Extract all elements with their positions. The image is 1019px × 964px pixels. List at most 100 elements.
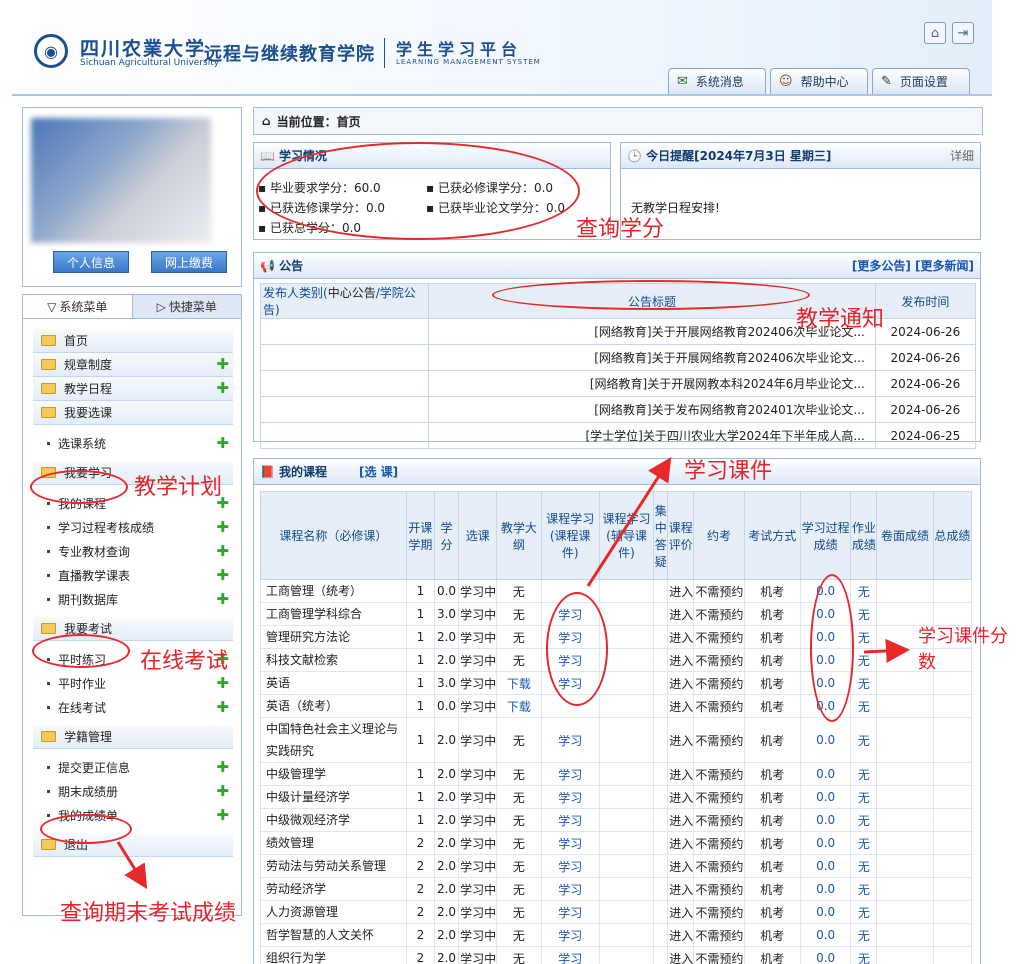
evaluate-link[interactable]: 进入 — [667, 808, 695, 832]
courseware-link[interactable]: 学习 — [540, 831, 600, 855]
courseware-link[interactable]: 学习 — [540, 785, 600, 809]
process-score[interactable]: 0.0 — [799, 717, 852, 763]
menu-item[interactable]: 在线考试 ✚ — [33, 695, 233, 719]
evaluate-link[interactable]: 进入 — [667, 900, 695, 924]
menu-item[interactable]: 平时作业 ✚ — [33, 671, 233, 695]
course-cell[interactable]: 无 — [850, 877, 878, 901]
menu-item[interactable]: 专业教材查询 ✚ — [33, 539, 233, 563]
course-cell[interactable]: 无 — [850, 808, 878, 832]
course-cell[interactable]: 无 — [850, 671, 878, 695]
evaluate-link[interactable]: 进入 — [667, 602, 695, 626]
menu-item[interactable]: 提交更正信息 ✚ — [33, 755, 233, 779]
process-score[interactable]: 0.0 — [799, 946, 852, 964]
evaluate-link[interactable]: 进入 — [667, 648, 695, 672]
evaluate-link[interactable]: 进入 — [667, 923, 695, 947]
more-news-link[interactable]: [更多新闻] — [915, 259, 974, 273]
course-cell[interactable]: 无 — [850, 625, 878, 649]
course-cell[interactable]: 下载 — [496, 694, 542, 718]
course-cell[interactable]: 下载 — [496, 671, 542, 695]
plus-icon[interactable]: ✚ — [216, 357, 229, 372]
plus-icon[interactable]: ✚ — [216, 567, 229, 583]
tab-help-center[interactable]: ☺ 帮助中心 — [770, 68, 868, 94]
tab-quick-menu[interactable]: ▷ 快捷菜单 — [132, 295, 241, 318]
tab-system-menu[interactable]: ▽ 系统菜单 — [23, 295, 133, 318]
process-score[interactable]: 0.0 — [799, 762, 852, 786]
process-score[interactable]: 0.0 — [799, 900, 852, 924]
notice-row[interactable]: [网络教育]关于开展网教本科2024年6月毕业论文... 2024-06-26 — [259, 370, 977, 397]
courseware-link[interactable]: 学习 — [540, 900, 600, 924]
course-cell[interactable]: 无 — [850, 717, 878, 763]
plus-icon[interactable]: ✚ — [216, 759, 229, 775]
evaluate-link[interactable]: 进入 — [667, 785, 695, 809]
menu-item[interactable]: 直播教学课表 ✚ — [33, 563, 233, 587]
menu-item[interactable]: 期末成绩册 ✚ — [33, 779, 233, 803]
course-cell[interactable]: 无 — [850, 602, 878, 626]
menu-item[interactable]: 期刊数据库 ✚ — [33, 587, 233, 611]
notice-row[interactable]: [网络教育]关于发布网络教育202401次毕业论文... 2024-06-26 — [259, 396, 977, 423]
courseware-link[interactable]: 学习 — [540, 946, 600, 964]
menu-category[interactable]: 我要选课 — [33, 401, 233, 425]
process-score[interactable]: 0.0 — [799, 831, 852, 855]
notice-row[interactable]: [网络教育]关于开展网络教育202406次毕业论文... 2024-06-26 — [259, 344, 977, 371]
course-cell[interactable]: 无 — [850, 831, 878, 855]
notice-title-link[interactable]: [学士学位]关于四川农业大学2024年下半年成人高... — [428, 422, 876, 449]
course-cell[interactable]: 无 — [850, 694, 878, 718]
menu-category[interactable]: 学籍管理 — [33, 725, 233, 749]
plus-icon[interactable]: ✚ — [216, 783, 229, 799]
evaluate-link[interactable]: 进入 — [667, 877, 695, 901]
select-course-link[interactable]: [选 课] — [359, 463, 398, 480]
evaluate-link[interactable]: 进入 — [667, 946, 695, 964]
evaluate-link[interactable]: 进入 — [667, 854, 695, 878]
course-cell[interactable]: 无 — [850, 946, 878, 964]
notice-title-link[interactable]: [网络教育]关于开展网络教育202406次毕业论文... — [428, 344, 876, 371]
process-score[interactable]: 0.0 — [799, 854, 852, 878]
evaluate-link[interactable]: 进入 — [667, 717, 695, 763]
process-score[interactable]: 0.0 — [799, 808, 852, 832]
course-cell[interactable]: 无 — [850, 785, 878, 809]
tab-page-settings[interactable]: ✎ 页面设置 — [872, 68, 970, 94]
evaluate-link[interactable]: 进入 — [667, 694, 695, 718]
evaluate-link[interactable]: 进入 — [667, 831, 695, 855]
more-notices-link[interactable]: [更多公告] — [852, 259, 911, 273]
evaluate-link[interactable]: 进入 — [667, 671, 695, 695]
menu-category[interactable]: 首页 — [33, 329, 233, 353]
plus-icon[interactable]: ✚ — [216, 381, 229, 396]
online-payment-button[interactable]: 网上缴费 — [151, 251, 227, 273]
course-cell[interactable]: 无 — [850, 648, 878, 672]
plus-icon[interactable]: ✚ — [216, 591, 229, 607]
plus-icon[interactable]: ✚ — [216, 435, 229, 451]
courseware-link[interactable]: 学习 — [540, 808, 600, 832]
menu-item[interactable]: 选课系统 ✚ — [33, 431, 233, 455]
notice-title-link[interactable]: [网络教育]关于发布网络教育202401次毕业论文... — [428, 396, 876, 423]
menu-item[interactable]: 学习过程考核成绩 ✚ — [33, 515, 233, 539]
evaluate-link[interactable]: 进入 — [667, 762, 695, 786]
process-score[interactable]: 0.0 — [799, 785, 852, 809]
evaluate-link[interactable]: 进入 — [667, 579, 695, 603]
plus-icon[interactable]: ✚ — [216, 699, 229, 715]
course-cell[interactable]: 无 — [850, 923, 878, 947]
evaluate-link[interactable]: 进入 — [667, 625, 695, 649]
courseware-link[interactable]: 学习 — [540, 762, 600, 786]
home-icon[interactable]: ⌂ — [924, 22, 946, 44]
course-cell[interactable]: 无 — [850, 762, 878, 786]
detail-link[interactable]: 详细 — [950, 147, 974, 164]
courseware-link[interactable]: 学习 — [540, 717, 600, 763]
courseware-link[interactable]: 学习 — [540, 923, 600, 947]
course-cell[interactable]: 无 — [850, 854, 878, 878]
tab-system-messages[interactable]: ✉ 系统消息 — [668, 68, 766, 94]
filter-center[interactable]: 中心公告 — [328, 286, 376, 300]
logout-icon[interactable]: ⇥ — [952, 22, 974, 44]
menu-category[interactable]: 教学日程 ✚ — [33, 377, 233, 401]
plus-icon[interactable]: ✚ — [216, 543, 229, 559]
process-score[interactable]: 0.0 — [799, 877, 852, 901]
notice-row[interactable]: [学士学位]关于四川农业大学2024年下半年成人高... 2024-06-25 — [259, 422, 977, 449]
menu-category[interactable]: 规章制度 ✚ — [33, 353, 233, 377]
courseware-link[interactable]: 学习 — [540, 854, 600, 878]
plus-icon[interactable]: ✚ — [216, 675, 229, 691]
course-cell[interactable]: 无 — [850, 900, 878, 924]
course-cell[interactable]: 无 — [850, 579, 878, 603]
notice-title-link[interactable]: [网络教育]关于开展网教本科2024年6月毕业论文... — [428, 370, 876, 397]
courseware-link[interactable]: 学习 — [540, 877, 600, 901]
plus-icon[interactable]: ✚ — [216, 807, 229, 823]
process-score[interactable]: 0.0 — [799, 923, 852, 947]
